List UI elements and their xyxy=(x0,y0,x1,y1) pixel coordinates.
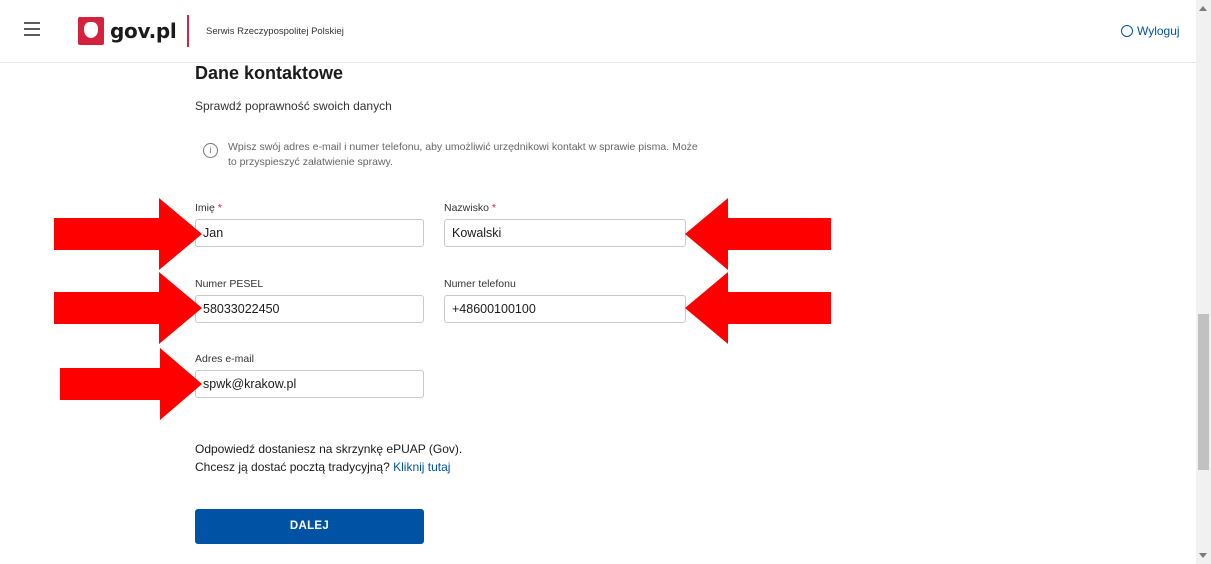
scrollbar-thumb[interactable] xyxy=(1198,314,1209,470)
required-mark: * xyxy=(217,202,222,214)
logout-link[interactable]: Wyloguj xyxy=(1121,24,1180,38)
last-name-label-text: Nazwisko xyxy=(444,202,489,214)
service-name: Serwis Rzeczypospolitej Polskiej xyxy=(206,26,344,37)
info-text: Wpisz swój adres e-mail i numer telefonu… xyxy=(228,141,698,168)
page-subtitle: Sprawdź poprawność swoich danych xyxy=(195,99,392,113)
phone-input[interactable]: +48600100100 xyxy=(444,295,686,323)
logo-text: gov.pl xyxy=(110,19,177,43)
header-divider xyxy=(187,15,189,47)
arrow-right-icon xyxy=(54,272,202,344)
reply-line-1: Odpowiedź dostaniesz na skrzynkę ePUAP (… xyxy=(195,442,463,456)
last-name-label: Nazwisko * xyxy=(444,202,496,214)
click-here-link[interactable]: Kliknij tutaj xyxy=(393,460,450,474)
first-name-input[interactable]: Jan xyxy=(195,219,424,247)
scroll-down-arrow-icon[interactable] xyxy=(1199,553,1207,558)
last-name-input[interactable]: Kowalski xyxy=(444,219,686,247)
scrollbar[interactable] xyxy=(1196,0,1211,564)
arrow-left-icon xyxy=(685,272,831,344)
gov-emblem-icon xyxy=(78,17,104,45)
pesel-label: Numer PESEL xyxy=(195,278,264,290)
user-icon xyxy=(1121,25,1133,37)
logout-label: Wyloguj xyxy=(1137,24,1180,38)
next-button[interactable]: DALEJ xyxy=(195,509,424,544)
reply-info: Odpowiedź dostaniesz na skrzynkę ePUAP (… xyxy=(195,440,462,476)
gov-logo[interactable]: gov.pl xyxy=(78,14,177,48)
phone-label: Numer telefonu xyxy=(444,278,516,290)
reply-line-2: Chcesz ją dostać pocztą tradycyjną? Klik… xyxy=(195,458,462,476)
arrow-right-icon xyxy=(60,348,202,420)
top-header: gov.pl Serwis Rzeczypospolitej Polskiej … xyxy=(0,0,1196,63)
reply-question: Chcesz ją dostać pocztą tradycyjną? xyxy=(195,460,390,474)
page-title: Dane kontaktowe xyxy=(195,63,344,83)
menu-icon[interactable] xyxy=(24,22,40,36)
arrow-right-icon xyxy=(54,198,202,270)
email-input[interactable]: spwk@krakow.pl xyxy=(195,370,424,398)
pesel-input[interactable]: 58033022450 xyxy=(195,295,424,323)
arrow-left-icon xyxy=(685,198,831,270)
email-label: Adres e-mail xyxy=(195,353,254,365)
info-icon: i xyxy=(203,143,218,158)
required-mark: * xyxy=(491,202,496,214)
scroll-up-arrow-icon[interactable] xyxy=(1199,6,1207,11)
